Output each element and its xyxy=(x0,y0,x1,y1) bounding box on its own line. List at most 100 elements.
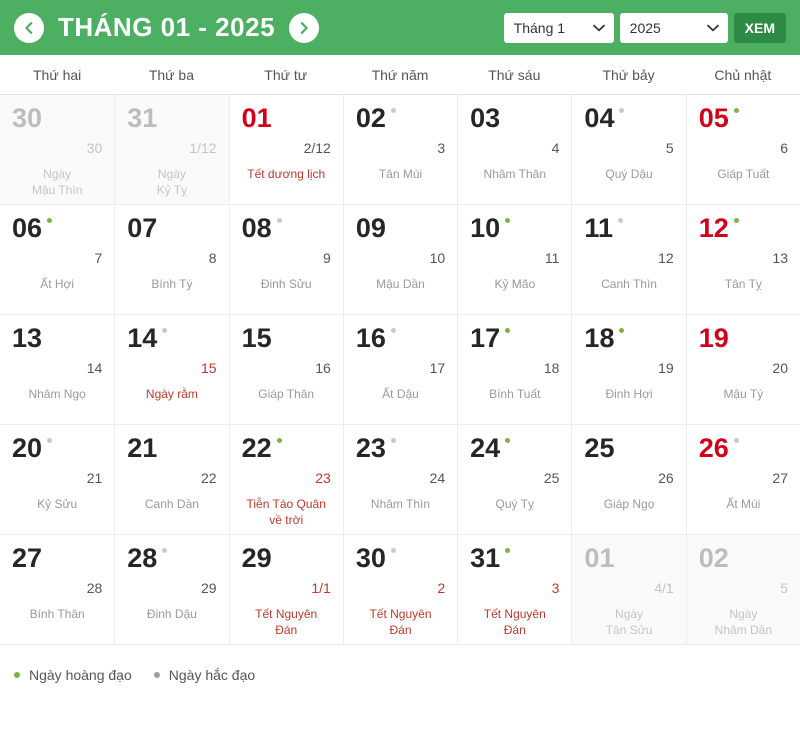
day-cell[interactable]: 27 28 Bính Thân xyxy=(0,535,115,645)
day-cell[interactable]: 24 25 Quý Tỵ xyxy=(457,425,572,535)
solar-date: 17 xyxy=(470,323,501,353)
day-cell: 31 1/12 Ngày Kỷ Tỵ xyxy=(114,95,229,205)
next-month-button[interactable] xyxy=(289,12,320,43)
day-cell[interactable]: 11 12 Canh Thìn xyxy=(571,205,686,315)
solar-date: 11 xyxy=(584,213,613,243)
chevron-left-icon xyxy=(21,20,37,36)
solar-date: 30 xyxy=(355,543,386,573)
lunar-date: 3 xyxy=(551,580,560,596)
header-controls: Tháng 1Tháng 2Tháng 3Tháng 4Tháng 5Tháng… xyxy=(503,12,786,43)
day-cell[interactable]: 30 2 Tết Nguyên Đán xyxy=(342,535,458,645)
solar-date: 07 xyxy=(127,213,158,243)
lunar-date: 30 xyxy=(86,140,103,156)
solar-date-row: 05 xyxy=(699,105,788,132)
day-cell[interactable]: 13 14 Nhâm Ngọ xyxy=(0,315,115,425)
hac-dao-dot-icon xyxy=(162,328,168,333)
lunar-date: 23 xyxy=(315,470,331,486)
day-cell[interactable]: 12 13 Tân Tỵ xyxy=(685,205,800,315)
solar-date-row: 01 xyxy=(584,545,673,572)
day-note: Nhâm Thân xyxy=(483,167,547,181)
day-cell[interactable]: 14 15 Ngày rằm xyxy=(114,315,229,425)
solar-date-row: 11 xyxy=(584,215,673,242)
hoang-dao-dot-icon xyxy=(505,328,511,333)
day-note: Quý Dậu xyxy=(605,167,653,181)
day-cell[interactable]: 03 4 Nhâm Thân xyxy=(457,95,572,205)
view-button[interactable]: XEM xyxy=(733,12,786,43)
day-cell[interactable]: 31 3 Tết Nguyên Đán xyxy=(457,535,572,645)
solar-date: 29 xyxy=(241,543,272,573)
day-note: Quý Tỵ xyxy=(495,497,535,511)
day-cell[interactable]: 25 26 Giáp Ngọ xyxy=(571,425,686,535)
solar-date-row: 29 xyxy=(242,545,331,572)
lunar-date: 4 xyxy=(551,140,560,156)
day-cell[interactable]: 18 19 Đinh Hợi xyxy=(571,315,686,425)
solar-date: 21 xyxy=(127,433,158,463)
day-cell[interactable]: 23 24 Nhâm Thìn xyxy=(342,425,458,535)
day-note: Nhâm Thìn xyxy=(370,497,431,511)
solar-date-row: 19 xyxy=(699,325,788,352)
solar-date-row: 01 xyxy=(242,105,331,132)
hac-dao-dot-icon xyxy=(619,108,625,113)
hoang-dao-dot-icon xyxy=(505,548,511,553)
weekday-header-row: Thứ hai Thứ ba Thứ tư Thứ năm Thứ sáu Th… xyxy=(0,55,800,95)
month-select[interactable]: Tháng 1Tháng 2Tháng 3Tháng 4Tháng 5Tháng… xyxy=(503,12,614,43)
day-cell[interactable]: 29 1/1 Tết Nguyên Đán xyxy=(228,535,343,645)
solar-date: 31 xyxy=(127,103,158,133)
solar-date-row: 07 xyxy=(127,215,216,242)
day-note: Ngày Mậu Thìn xyxy=(31,167,83,198)
day-cell[interactable]: 01 2/12 Tết dương lịch xyxy=(228,95,343,205)
weekday-label-friday: Thứ sáu xyxy=(488,66,541,83)
year-select[interactable]: 20232024202520262027 xyxy=(619,12,728,43)
day-cell[interactable]: 22 23 Tiễn Táo Quân về trời xyxy=(228,425,343,535)
day-cell[interactable]: 20 21 Kỷ Sửu xyxy=(0,425,115,535)
day-note: Ngày Tân Sửu xyxy=(605,607,653,638)
day-note: Ất Mùi xyxy=(726,497,761,511)
solar-date-row: 30 xyxy=(356,545,445,572)
day-note: Ất Dậu xyxy=(382,387,419,401)
day-note: Ngày Kỷ Tỵ xyxy=(156,167,188,198)
prev-month-button[interactable] xyxy=(14,12,44,43)
solar-date: 22 xyxy=(241,433,272,463)
day-cell[interactable]: 26 27 Ất Mùi xyxy=(685,425,800,535)
solar-date: 01 xyxy=(241,103,272,133)
day-note: Mậu Tý xyxy=(723,387,764,401)
day-cell[interactable]: 08 9 Đinh Sửu xyxy=(228,205,343,315)
solar-date-row: 09 xyxy=(356,215,445,242)
day-cell[interactable]: 19 20 Mậu Tý xyxy=(685,315,800,425)
day-cell[interactable]: 10 11 Kỷ Mão xyxy=(457,205,572,315)
day-cell: 30 30 Ngày Mậu Thìn xyxy=(0,95,115,205)
weekday-label-thursday: Thứ năm xyxy=(371,66,429,83)
day-note: Tân Mùi xyxy=(378,167,423,181)
day-cell[interactable]: 15 16 Giáp Thân xyxy=(228,315,343,425)
solar-date-row: 25 xyxy=(584,435,673,462)
hac-dao-dot-icon xyxy=(153,672,160,678)
solar-date-row: 10 xyxy=(470,215,559,242)
solar-date-row: 18 xyxy=(584,325,673,352)
solar-date-row: 02 xyxy=(699,545,788,572)
hac-dao-dot-icon xyxy=(617,218,623,223)
legend-label: Ngày hắc đạo xyxy=(168,667,256,683)
day-cell[interactable]: 28 29 Đinh Dậu xyxy=(114,535,229,645)
day-cell[interactable]: 17 18 Bính Tuất xyxy=(457,315,572,425)
solar-date: 03 xyxy=(470,103,501,133)
solar-date: 26 xyxy=(698,433,729,463)
solar-date: 28 xyxy=(127,543,158,573)
lunar-date: 24 xyxy=(429,470,446,486)
lunar-date: 1/12 xyxy=(189,140,217,156)
day-cell[interactable]: 04 5 Quý Dậu xyxy=(571,95,686,205)
day-cell[interactable]: 16 17 Ất Dậu xyxy=(342,315,458,425)
day-note: Đinh Dậu xyxy=(146,607,197,621)
lunar-date: 13 xyxy=(772,250,788,266)
day-note: Đinh Sửu xyxy=(260,277,312,291)
day-cell[interactable]: 21 22 Canh Dần xyxy=(114,425,229,535)
day-cell[interactable]: 06 7 Ất Hợi xyxy=(0,205,115,315)
day-note: Kỷ Sửu xyxy=(37,497,78,511)
day-cell[interactable]: 02 3 Tân Mùi xyxy=(342,95,458,205)
day-cell[interactable]: 05 6 Giáp Tuất xyxy=(685,95,800,205)
day-note: Đinh Hợi xyxy=(605,387,653,401)
lunar-date: 20 xyxy=(772,360,788,376)
day-cell[interactable]: 09 10 Mậu Dần xyxy=(342,205,458,315)
solar-date: 24 xyxy=(470,433,501,463)
solar-date-row: 28 xyxy=(127,545,216,572)
day-cell[interactable]: 07 8 Bính Tý xyxy=(114,205,229,315)
